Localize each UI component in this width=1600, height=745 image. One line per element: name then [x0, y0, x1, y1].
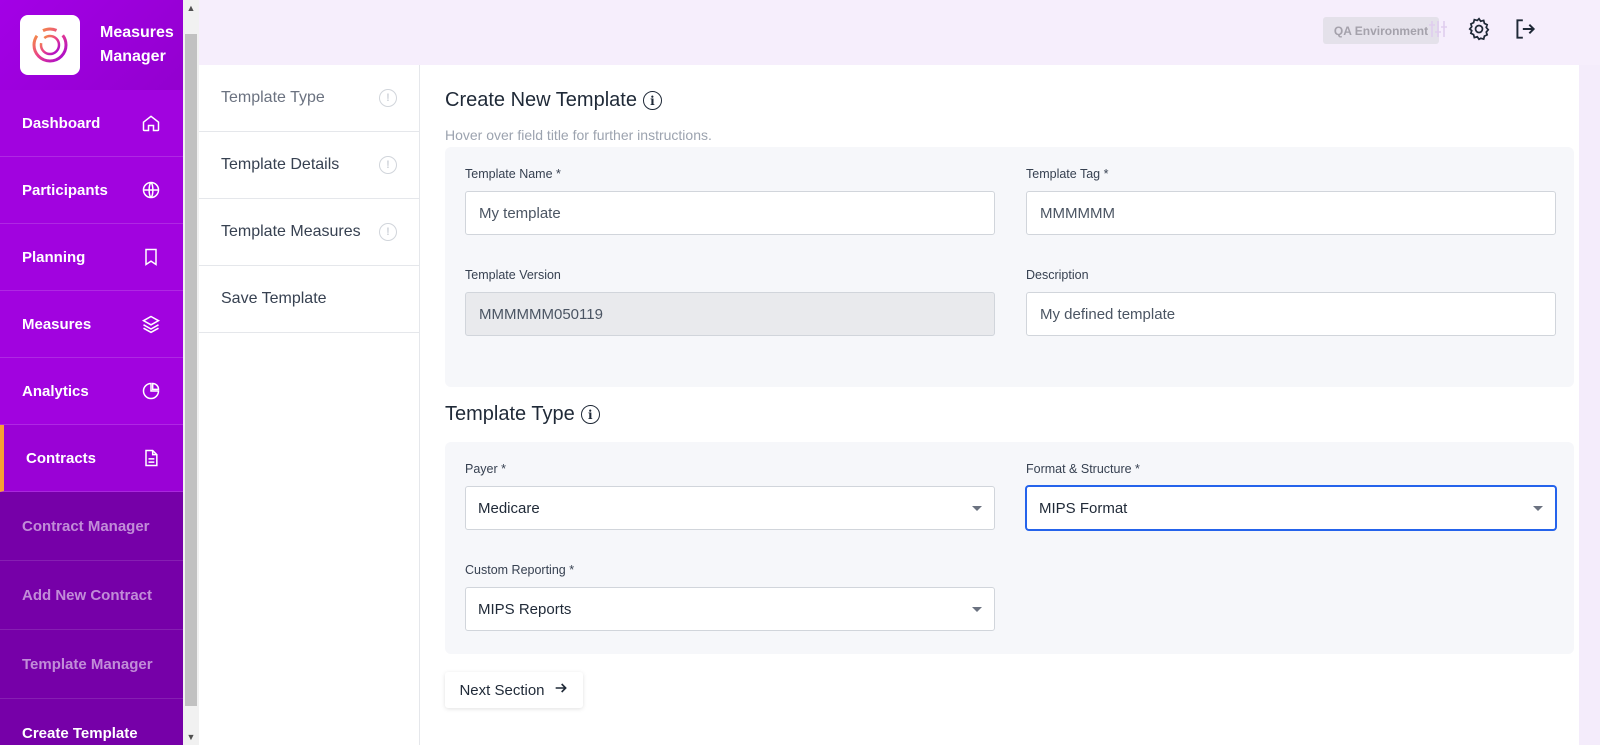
description-input[interactable]: My defined template [1026, 292, 1556, 336]
next-section-button[interactable]: Next Section [445, 672, 583, 708]
sidebar-item-label: Analytics [22, 382, 89, 400]
format-select[interactable]: MIPS Format [1026, 486, 1556, 530]
sidebar-scrollbar[interactable]: ▲ ▼ [183, 0, 199, 745]
sidebar-item-label: Dashboard [22, 114, 101, 132]
sidebar-item-label: Contracts [26, 449, 97, 467]
template-details-card: Template Name * My template Template Tag… [445, 147, 1574, 387]
template-name-value: My template [479, 204, 561, 222]
brand: Measures Manager [0, 0, 183, 90]
template-tag-label: Template Tag * [1026, 167, 1109, 181]
sidebar-item-label: Participants [22, 181, 108, 199]
logo-icon [32, 27, 68, 63]
warning-icon: ! [379, 156, 397, 174]
arrow-right-icon [553, 680, 569, 701]
app-name-line1: Measures [100, 24, 174, 41]
bookmark-icon [145, 248, 157, 266]
warning-icon: ! [379, 223, 397, 241]
app-logo[interactable] [20, 15, 80, 75]
step-template-type[interactable]: Template Type ! [199, 65, 419, 132]
sidebar-item-planning[interactable]: Planning [0, 224, 183, 291]
create-template-title: Create New Template i [445, 89, 662, 112]
scroll-thumb[interactable] [185, 34, 197, 706]
app-name-line2: Manager [100, 48, 166, 65]
environment-badge: QA Environment [1323, 17, 1439, 44]
template-type-card: Payer * Medicare Format & Structure * MI… [445, 442, 1574, 654]
template-type-title: Template Type i [445, 403, 600, 426]
step-label: Save Template [221, 290, 327, 307]
sidebar-item-label: Measures [22, 315, 92, 333]
pie-chart-icon [142, 382, 160, 400]
custom-reporting-value: MIPS Reports [478, 600, 572, 618]
step-label: Template Type [221, 89, 325, 106]
payer-label: Payer * [465, 462, 506, 476]
info-icon[interactable]: i [642, 91, 662, 110]
payer-value: Medicare [478, 499, 540, 517]
scroll-down-arrow-icon[interactable]: ▼ [183, 729, 199, 745]
app-name: Measures Manager [100, 21, 174, 69]
format-value: MIPS Format [1039, 499, 1128, 517]
sidebar-item-dashboard[interactable]: Dashboard [0, 90, 183, 157]
sidebar-item-label: Planning [22, 248, 86, 266]
template-version-label: Template Version [465, 268, 561, 282]
sidebar-item-measures[interactable]: Measures [0, 291, 183, 358]
sliders-icon[interactable] [1423, 14, 1453, 44]
sidebar-subitem-label: Create Template [22, 724, 138, 742]
template-steps: Template Type ! Template Details ! Templ… [199, 65, 420, 745]
layers-icon [141, 315, 161, 334]
step-label: Template Details [221, 156, 340, 173]
form-content: Create New Template i Hover over field t… [420, 65, 1579, 745]
gear-icon[interactable] [1464, 14, 1494, 44]
template-version-input: MMMMMM050119 [465, 292, 995, 336]
custom-reporting-label: Custom Reporting * [465, 563, 575, 577]
description-value: My defined template [1040, 305, 1176, 323]
sidebar-subitem-contract-manager[interactable]: Contract Manager [0, 492, 183, 561]
document-icon [145, 449, 158, 467]
step-template-details[interactable]: Template Details ! [199, 132, 419, 199]
step-save-template[interactable]: Save Template [199, 266, 419, 333]
chevron-down-icon [972, 505, 982, 511]
template-name-label: Template Name * [465, 167, 561, 181]
description-label: Description [1026, 268, 1089, 282]
globe-icon [142, 181, 160, 199]
next-section-label: Next Section [459, 681, 545, 699]
step-template-measures[interactable]: Template Measures ! [199, 199, 419, 266]
sidebar-subitem-label: Add New Contract [22, 586, 153, 604]
top-bar: QA Environment [199, 0, 1600, 65]
custom-reporting-select[interactable]: MIPS Reports [465, 587, 995, 631]
sidebar: Measures Manager Dashboard Participants … [0, 0, 183, 745]
sidebar-subitem-template-manager[interactable]: Template Manager [0, 630, 183, 699]
format-label: Format & Structure * [1026, 462, 1140, 476]
sidebar-item-participants[interactable]: Participants [0, 157, 183, 224]
sidebar-subitem-add-new-contract[interactable]: Add New Contract [0, 561, 183, 630]
sidebar-item-analytics[interactable]: Analytics [0, 358, 183, 425]
warning-icon: ! [379, 89, 397, 107]
payer-select[interactable]: Medicare [465, 486, 995, 530]
sidebar-subitem-label: Template Manager [22, 655, 153, 673]
sidebar-subitem-create-template[interactable]: Create Template [0, 699, 183, 745]
template-tag-value: MMMMMM [1040, 204, 1115, 222]
step-label: Template Measures [221, 223, 361, 240]
chevron-down-icon [972, 606, 982, 612]
chevron-down-icon [1533, 505, 1543, 511]
info-icon[interactable]: i [580, 405, 600, 424]
home-icon [142, 115, 160, 132]
scroll-up-arrow-icon[interactable]: ▲ [183, 0, 199, 16]
template-name-input[interactable]: My template [465, 191, 995, 235]
sidebar-subitem-label: Contract Manager [22, 517, 150, 535]
page-title: Create New Template [445, 89, 637, 111]
logout-icon[interactable] [1510, 14, 1540, 44]
form-subtitle: Hover over field title for further instr… [445, 127, 712, 143]
template-version-value: MMMMMM050119 [479, 305, 603, 323]
main-area: Create New Template i Hover over field t… [420, 65, 1600, 745]
section-title: Template Type [445, 403, 575, 425]
sidebar-item-contracts[interactable]: Contracts [0, 425, 183, 492]
template-tag-input[interactable]: MMMMMM [1026, 191, 1556, 235]
